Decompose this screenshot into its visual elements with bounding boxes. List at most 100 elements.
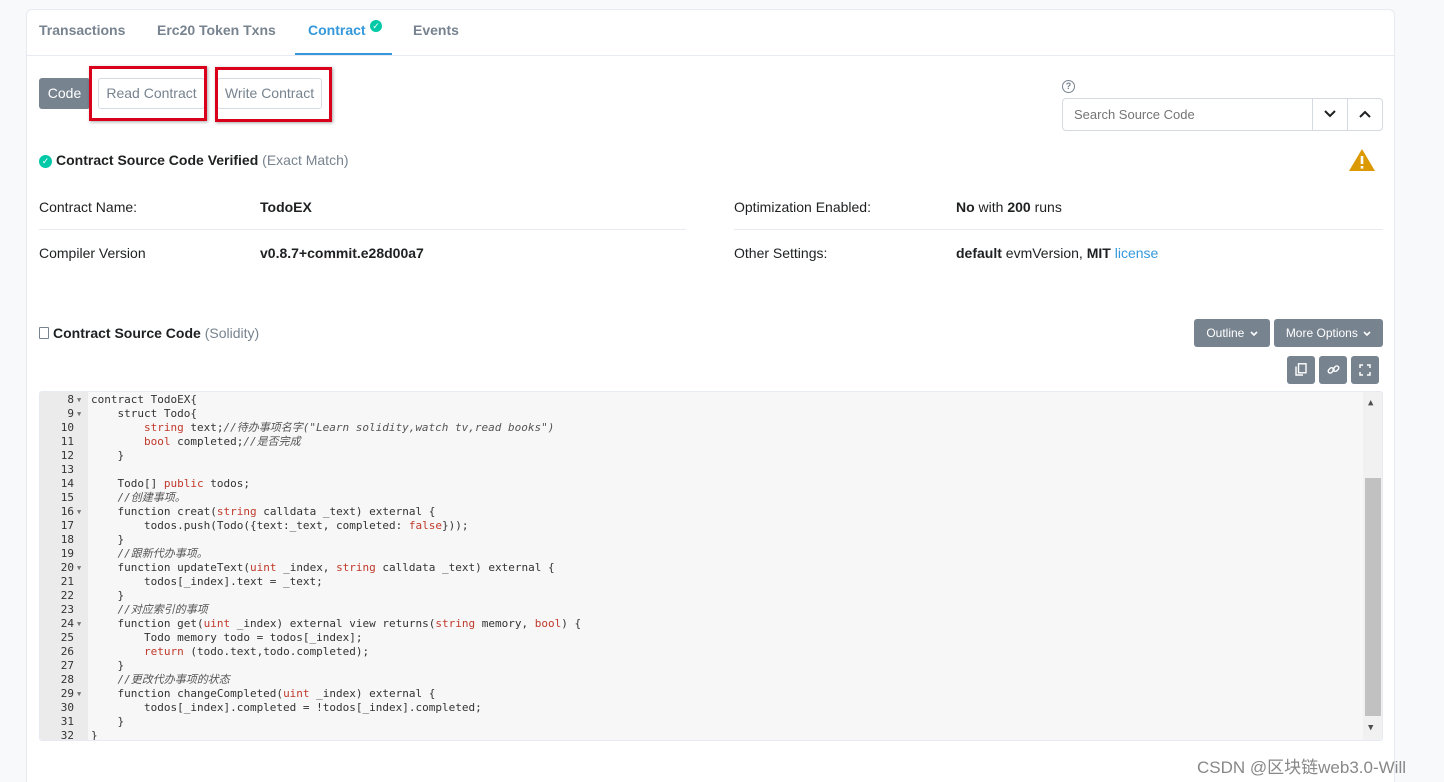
chevron-down-icon: [1324, 110, 1336, 118]
code-line: 31 }: [40, 715, 1360, 729]
code-line: 22 }: [40, 589, 1360, 603]
line-number: 13: [60, 463, 74, 476]
line-number: 28: [60, 673, 74, 686]
code-text: //创建事项。: [117, 491, 186, 504]
search-source-code: [1062, 98, 1383, 131]
line-number: 14: [60, 477, 74, 490]
help-icon[interactable]: ?: [1062, 80, 1075, 93]
code-text: contract TodoEX{: [91, 393, 197, 406]
fold-arrow-icon[interactable]: ▼: [77, 617, 81, 631]
highlight-box-write: [215, 67, 332, 122]
tab-contract[interactable]: Contract: [308, 22, 366, 38]
optimization-value: No with 200 runs: [956, 199, 1062, 215]
contract-name-value: TodoEX: [260, 199, 312, 215]
line-number: 22: [60, 589, 74, 602]
divider: [734, 229, 1383, 230]
tab-events[interactable]: Events: [413, 22, 459, 38]
code-line: 27 }: [40, 659, 1360, 673]
code-line: 9 ▼ struct Todo{: [40, 407, 1360, 421]
code-line: 21 todos[_index].text = _text;: [40, 575, 1360, 589]
fold-arrow-icon[interactable]: ▼: [77, 505, 81, 519]
tab-erc20-token-txns[interactable]: Erc20 Token Txns: [157, 22, 276, 38]
code-line: 15 //创建事项。: [40, 491, 1360, 505]
scroll-down-arrow-icon[interactable]: ▼: [1368, 723, 1373, 733]
line-number: 17: [60, 519, 74, 532]
copy-icon: [1295, 363, 1307, 376]
search-next-button[interactable]: [1312, 99, 1347, 130]
code-line: 26 return (todo.text,todo.completed);: [40, 645, 1360, 659]
editor-scrollbar[interactable]: ▲ ▼: [1363, 392, 1382, 740]
code-text: return (todo.text,todo.completed);: [143, 645, 370, 658]
code-text: }: [91, 533, 125, 546]
code-text: Todo memory todo = todos[_index];: [91, 631, 363, 644]
chevron-down-icon: [1363, 331, 1371, 337]
fold-arrow-icon[interactable]: ▼: [77, 407, 81, 421]
code-text: }: [91, 449, 125, 462]
scroll-up-arrow-icon[interactable]: ▲: [1368, 398, 1373, 408]
code-line: 13: [40, 463, 1360, 477]
code-text: }: [91, 589, 125, 602]
verified-title: Contract Source Code Verified: [56, 152, 259, 168]
code-text: //跟新代办事项。: [117, 547, 208, 560]
fold-arrow-icon[interactable]: ▼: [77, 393, 81, 407]
outline-dropdown[interactable]: Outline: [1194, 319, 1270, 347]
code-line: 23 //对应索引的事项: [40, 603, 1360, 617]
compiler-version-value: v0.8.7+commit.e28d00a7: [260, 245, 424, 261]
code-line: 25 Todo memory todo = todos[_index];: [40, 631, 1360, 645]
code-text: function updateText(uint _index, string …: [91, 561, 555, 574]
tab-transactions[interactable]: Transactions: [39, 22, 125, 38]
code-line: 10 string text;//待办事项名字("Learn solidity,…: [40, 421, 1360, 435]
code-text: function changeCompleted(uint _index) ex…: [91, 687, 436, 700]
source-code-title: Contract Source Code (Solidity): [39, 325, 259, 341]
scrollbar-thumb[interactable]: [1365, 478, 1381, 716]
code-button[interactable]: Code: [39, 78, 90, 109]
code-text: todos.push(Todo({text:_text, completed: …: [91, 519, 469, 532]
more-options-dropdown[interactable]: More Options: [1274, 319, 1383, 347]
permalink-button[interactable]: [1319, 356, 1347, 384]
line-number: 10: [60, 421, 74, 434]
code-line: 8 ▼ contract TodoEX{: [40, 393, 1360, 407]
check-circle-icon: ✓: [39, 155, 52, 168]
code-text: }: [91, 729, 98, 741]
chevron-up-icon: [1359, 110, 1371, 118]
line-number: 18: [60, 533, 74, 546]
line-number: 24: [60, 617, 74, 630]
code-text: Todo[] public todos;: [91, 477, 250, 490]
search-input[interactable]: [1063, 99, 1312, 130]
divider: [39, 229, 686, 230]
code-text: struct Todo{: [91, 407, 197, 420]
line-number: 21: [60, 575, 74, 588]
code-text: string text;//待办事项名字("Learn solidity,wat…: [143, 421, 555, 434]
code-line: 17 todos.push(Todo({text:_text, complete…: [40, 519, 1360, 533]
code-line: 20 ▼ function updateText(uint _index, str…: [40, 561, 1360, 575]
line-number: 11: [60, 435, 74, 448]
match-type: (Exact Match): [262, 152, 349, 168]
code-line: 29 ▼ function changeCompleted(uint _index…: [40, 687, 1360, 701]
line-number: 29: [60, 687, 74, 700]
code-text: todos[_index].text = _text;: [91, 575, 323, 588]
verified-status: ✓ Contract Source Code Verified (Exact Ma…: [39, 152, 349, 168]
code-line: 18 }: [40, 533, 1360, 547]
search-prev-button[interactable]: [1347, 99, 1382, 130]
code-text: function creat(string calldata _text) ex…: [91, 505, 436, 518]
line-number: 16: [60, 505, 74, 518]
fold-arrow-icon[interactable]: ▼: [77, 687, 81, 701]
fullscreen-button[interactable]: [1351, 356, 1379, 384]
line-number: 15: [60, 491, 74, 504]
line-number: 27: [60, 659, 74, 672]
copy-button[interactable]: [1287, 356, 1315, 384]
fold-arrow-icon[interactable]: ▼: [77, 561, 81, 575]
optimization-label: Optimization Enabled:: [734, 199, 871, 215]
line-number: 12: [60, 449, 74, 462]
highlight-box-read: [89, 66, 207, 121]
chevron-down-icon: [1250, 331, 1258, 337]
warning-icon[interactable]: [1348, 148, 1376, 172]
code-text: //更改代办事项的状态: [117, 673, 230, 686]
code-text: }: [91, 715, 125, 728]
license-link[interactable]: license: [1115, 245, 1159, 261]
code-editor[interactable]: 8 ▼ contract TodoEX{9 ▼ struct Todo{10 stri…: [39, 391, 1383, 741]
line-number: 31: [60, 715, 74, 728]
contract-name-label: Contract Name:: [39, 199, 138, 215]
line-number: 32: [60, 729, 74, 741]
line-number: 9: [67, 407, 74, 420]
